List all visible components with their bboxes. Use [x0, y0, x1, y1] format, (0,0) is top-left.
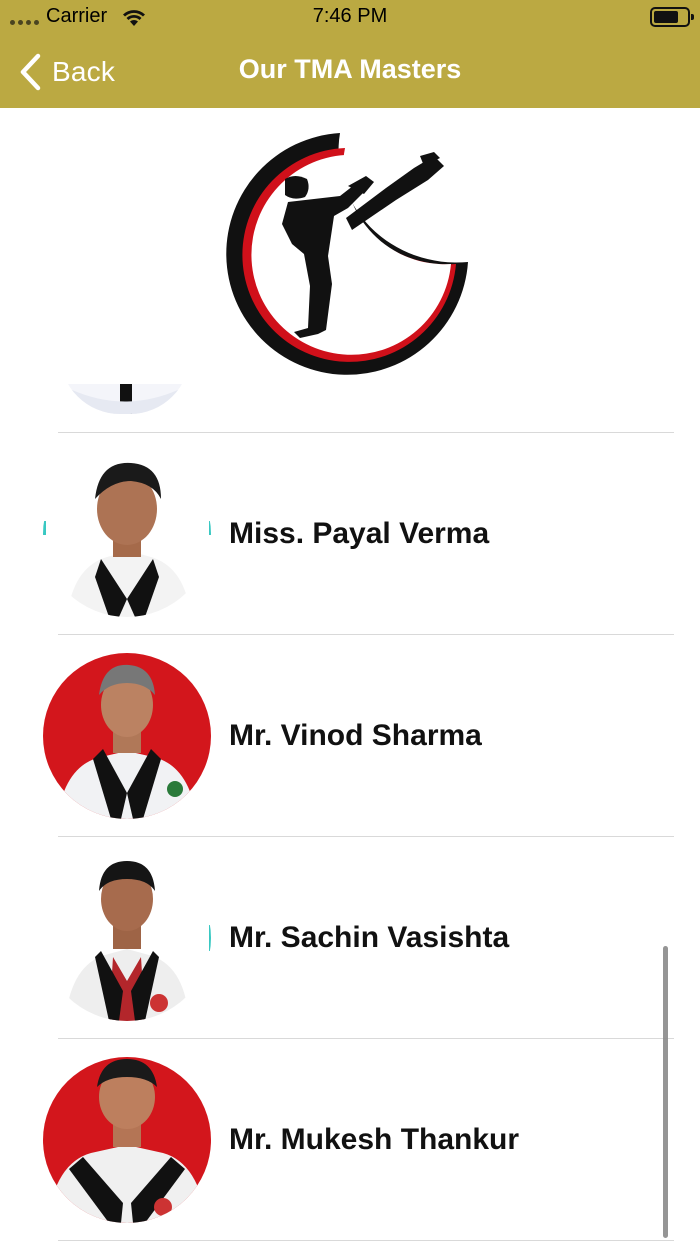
battery-icon	[650, 7, 694, 27]
status-time: 7:46 PM	[312, 5, 388, 27]
master-name: Mr. Mukesh Thankur	[229, 1123, 520, 1156]
master-row[interactable]: Miss. Payal Verma	[0, 433, 700, 635]
scroll-indicator[interactable]	[663, 946, 668, 1238]
page-title: Our TMA Masters	[238, 54, 462, 84]
masters-list[interactable]: Miss. Payal Verma Mr. Vinod Sharma Mr. S…	[0, 384, 700, 1244]
tma-logo	[220, 124, 480, 384]
list-item-partial	[0, 384, 700, 433]
master-row[interactable]: Mr. Vinod Sharma	[0, 635, 700, 837]
master-photo	[60, 384, 190, 414]
master-photo	[43, 1057, 211, 1223]
master-row[interactable]: Mr. Sachin Vasishta	[0, 837, 700, 1039]
master-name: Mr. Sachin Vasishta	[229, 921, 510, 954]
status-bar: Carrier 7:46 PM	[0, 0, 700, 34]
navigation-bar: Carrier 7:46 PM Back Our TMA Masters	[0, 0, 700, 108]
master-photo	[43, 855, 211, 1021]
master-photo	[43, 653, 211, 819]
master-row[interactable]: Mr. Mukesh Thankur	[0, 1039, 700, 1241]
master-name: Mr. Vinod Sharma	[229, 719, 482, 752]
master-photo	[43, 451, 211, 617]
master-name: Miss. Payal Verma	[229, 517, 490, 550]
